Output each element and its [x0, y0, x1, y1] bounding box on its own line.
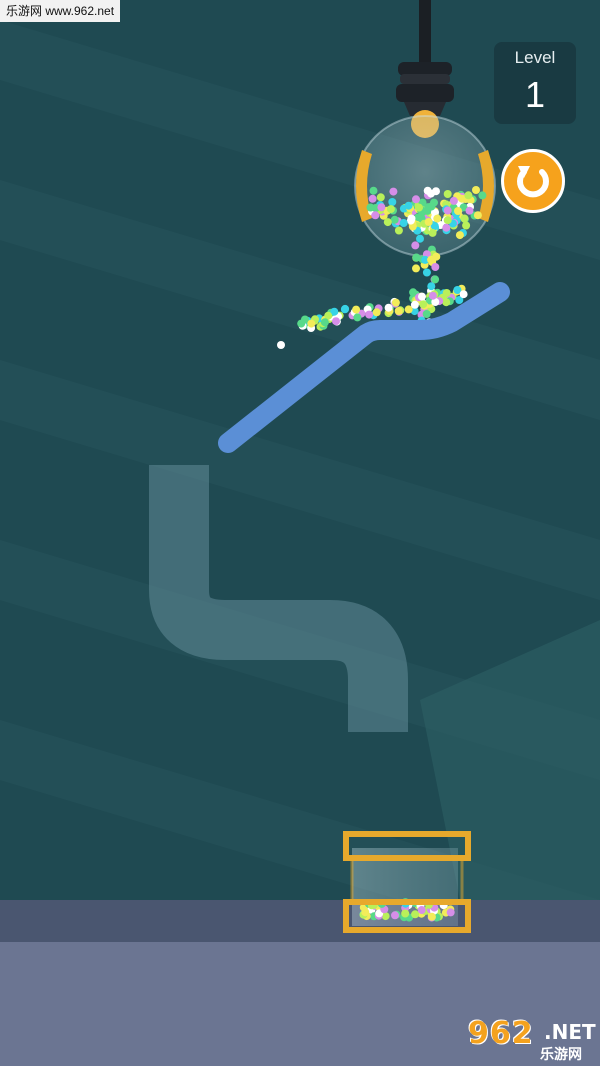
ball: [371, 211, 380, 220]
ball: [454, 207, 462, 215]
ball: [449, 196, 458, 205]
ball: [401, 909, 410, 918]
ball: [391, 298, 400, 307]
ball: [377, 203, 386, 212]
ball: [394, 307, 403, 315]
ball: [383, 218, 392, 227]
ball: [412, 195, 420, 204]
ball: [410, 300, 419, 309]
level-label: Level: [514, 48, 556, 67]
ball: [446, 908, 455, 917]
ball: [443, 206, 452, 215]
ball: [353, 313, 362, 322]
ball: [418, 292, 426, 301]
ball: [386, 205, 395, 214]
ball: [412, 264, 420, 273]
ball: [427, 282, 436, 291]
ball: [462, 221, 471, 230]
ball: [464, 191, 473, 200]
ball: [277, 341, 285, 349]
ball: [332, 317, 340, 326]
ball: [433, 214, 442, 223]
ball: [389, 187, 398, 196]
ball: [465, 206, 474, 215]
ball: [422, 268, 431, 277]
ball-globe: [354, 115, 496, 257]
ball: [431, 263, 440, 271]
ball: [388, 198, 397, 206]
ball: [460, 214, 469, 223]
ball: [391, 911, 399, 920]
ball: [365, 310, 374, 319]
ball: [422, 310, 431, 318]
ball: [394, 226, 403, 235]
ball: [320, 318, 329, 327]
restart-icon: [517, 166, 549, 198]
ball: [415, 203, 423, 212]
dispenser-cable: [419, 0, 431, 70]
ball: [428, 228, 437, 237]
ball: [372, 308, 381, 317]
ball: [443, 190, 452, 198]
ball: [459, 290, 468, 299]
ball: [297, 319, 306, 328]
ball: [419, 300, 428, 309]
watermark-site-text: 乐游网 www.962.net: [0, 0, 121, 22]
ball: [411, 910, 420, 919]
ball: [399, 219, 408, 227]
ball: [428, 291, 437, 300]
ball: [376, 193, 385, 202]
ball: [417, 906, 426, 914]
ball: [424, 218, 433, 226]
ball: [411, 241, 420, 250]
floor-edge: [0, 900, 600, 942]
ball: [443, 216, 452, 225]
level-value: 1: [524, 74, 546, 115]
ball: [407, 214, 416, 223]
watermark-logo-cn: 乐游网: [540, 1047, 582, 1063]
ball: [472, 186, 480, 194]
ball: [455, 231, 464, 240]
ball: [442, 298, 451, 307]
ball: [384, 303, 393, 312]
ball: [390, 215, 399, 224]
watermark-logo-number: 962: [468, 1016, 534, 1051]
ball: [478, 191, 487, 200]
ball: [473, 211, 482, 220]
watermark-logo-suffix: .NET: [544, 1020, 596, 1044]
ball: [427, 189, 435, 198]
ball: [442, 289, 451, 297]
ball: [307, 319, 316, 328]
ball: [427, 912, 436, 921]
ball: [352, 305, 361, 314]
ball: [369, 186, 378, 195]
ball: [430, 198, 438, 207]
ball: [361, 908, 370, 917]
ball: [368, 194, 377, 203]
ball: [412, 253, 421, 262]
ball: [427, 255, 436, 264]
ball: [431, 275, 440, 284]
ball: [442, 223, 451, 232]
collection-jar: [343, 831, 471, 933]
level-panel: Level 1: [494, 42, 576, 124]
ball: [404, 201, 413, 210]
ball: [416, 234, 424, 243]
watermark-logo: 962 .NET 乐游网: [460, 1014, 596, 1064]
ball: [341, 304, 350, 313]
restart-button[interactable]: [501, 149, 565, 213]
